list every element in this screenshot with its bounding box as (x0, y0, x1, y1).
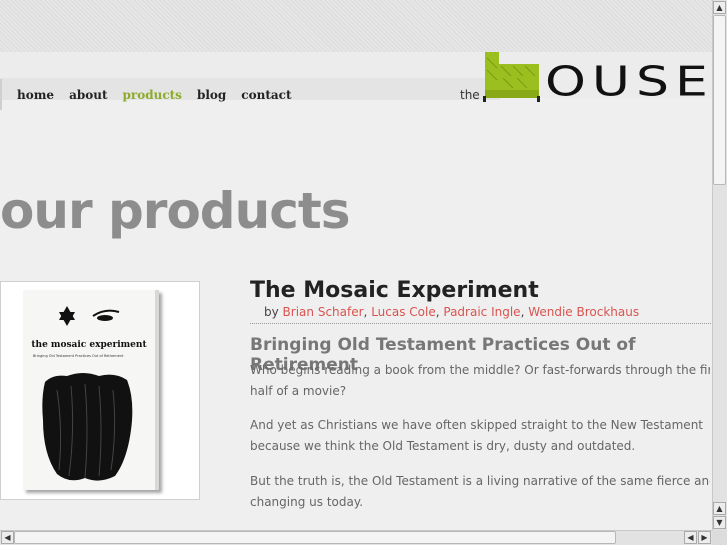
nav-item-about[interactable]: about (69, 88, 107, 102)
book-cover-image: the mosaic experiment Bringing Old Testa… (23, 290, 159, 490)
description-line: half of a movie? (250, 384, 347, 398)
product-cover-frame[interactable]: the mosaic experiment Bringing Old Testa… (0, 281, 200, 500)
scrollbar-corner (712, 530, 727, 545)
description-line: Who begins reading a book from the middl… (250, 363, 710, 377)
author-link[interactable]: Lucas Cole (371, 305, 436, 319)
couch-logo-icon[interactable] (483, 48, 541, 102)
scroll-down-icon[interactable]: ▼ (713, 516, 726, 529)
scroll-left-icon[interactable]: ◀ (1, 531, 14, 544)
nav-edge-marker (0, 79, 2, 110)
description-line: And yet as Christians we have often skip… (250, 418, 703, 432)
byline-label: by (264, 305, 279, 319)
vertical-scroll-thumb[interactable] (713, 15, 726, 185)
nav-item-contact[interactable]: contact (241, 88, 291, 102)
scroll-left-icon[interactable]: ◀ (684, 531, 697, 544)
scroll-right-icon[interactable]: ▶ (698, 531, 711, 544)
nav-item-home[interactable]: home (17, 88, 54, 102)
horizontal-scroll-thumb[interactable] (14, 531, 616, 544)
book-cover-subtitle: Bringing Old Testament Practices Out of … (33, 354, 124, 358)
nav-item-blog[interactable]: blog (197, 88, 226, 102)
scroll-up-icon[interactable]: ▲ (713, 502, 726, 515)
page-title: our products (0, 182, 350, 240)
book-cover-art-icon (42, 306, 133, 481)
author-link[interactable]: Wendie Brockhaus (528, 305, 639, 319)
description-line: But the truth is, the Old Testament is a… (250, 474, 710, 488)
description-line: changing us today. (250, 495, 364, 509)
author-link[interactable]: Padraic Ingle (443, 305, 520, 319)
logo-prefix[interactable]: the (460, 88, 480, 102)
nav-item-products[interactable]: products (123, 88, 182, 102)
author-link[interactable]: Brian Schafer (283, 305, 364, 319)
product-title[interactable]: The Mosaic Experiment (250, 278, 539, 303)
product-byline: by Brian Schafer, Lucas Cole, Padraic In… (264, 305, 639, 319)
main-nav: home about products blog contact (17, 88, 306, 102)
scroll-up-icon[interactable]: ▲ (713, 1, 726, 14)
description-line: because we think the Old Testament is dr… (250, 439, 636, 453)
dotted-divider (250, 323, 713, 324)
book-cover-title: the mosaic experiment (31, 340, 147, 350)
logo-wordmark[interactable]: OUSE (545, 62, 712, 103)
header-pattern-band (0, 0, 712, 52)
